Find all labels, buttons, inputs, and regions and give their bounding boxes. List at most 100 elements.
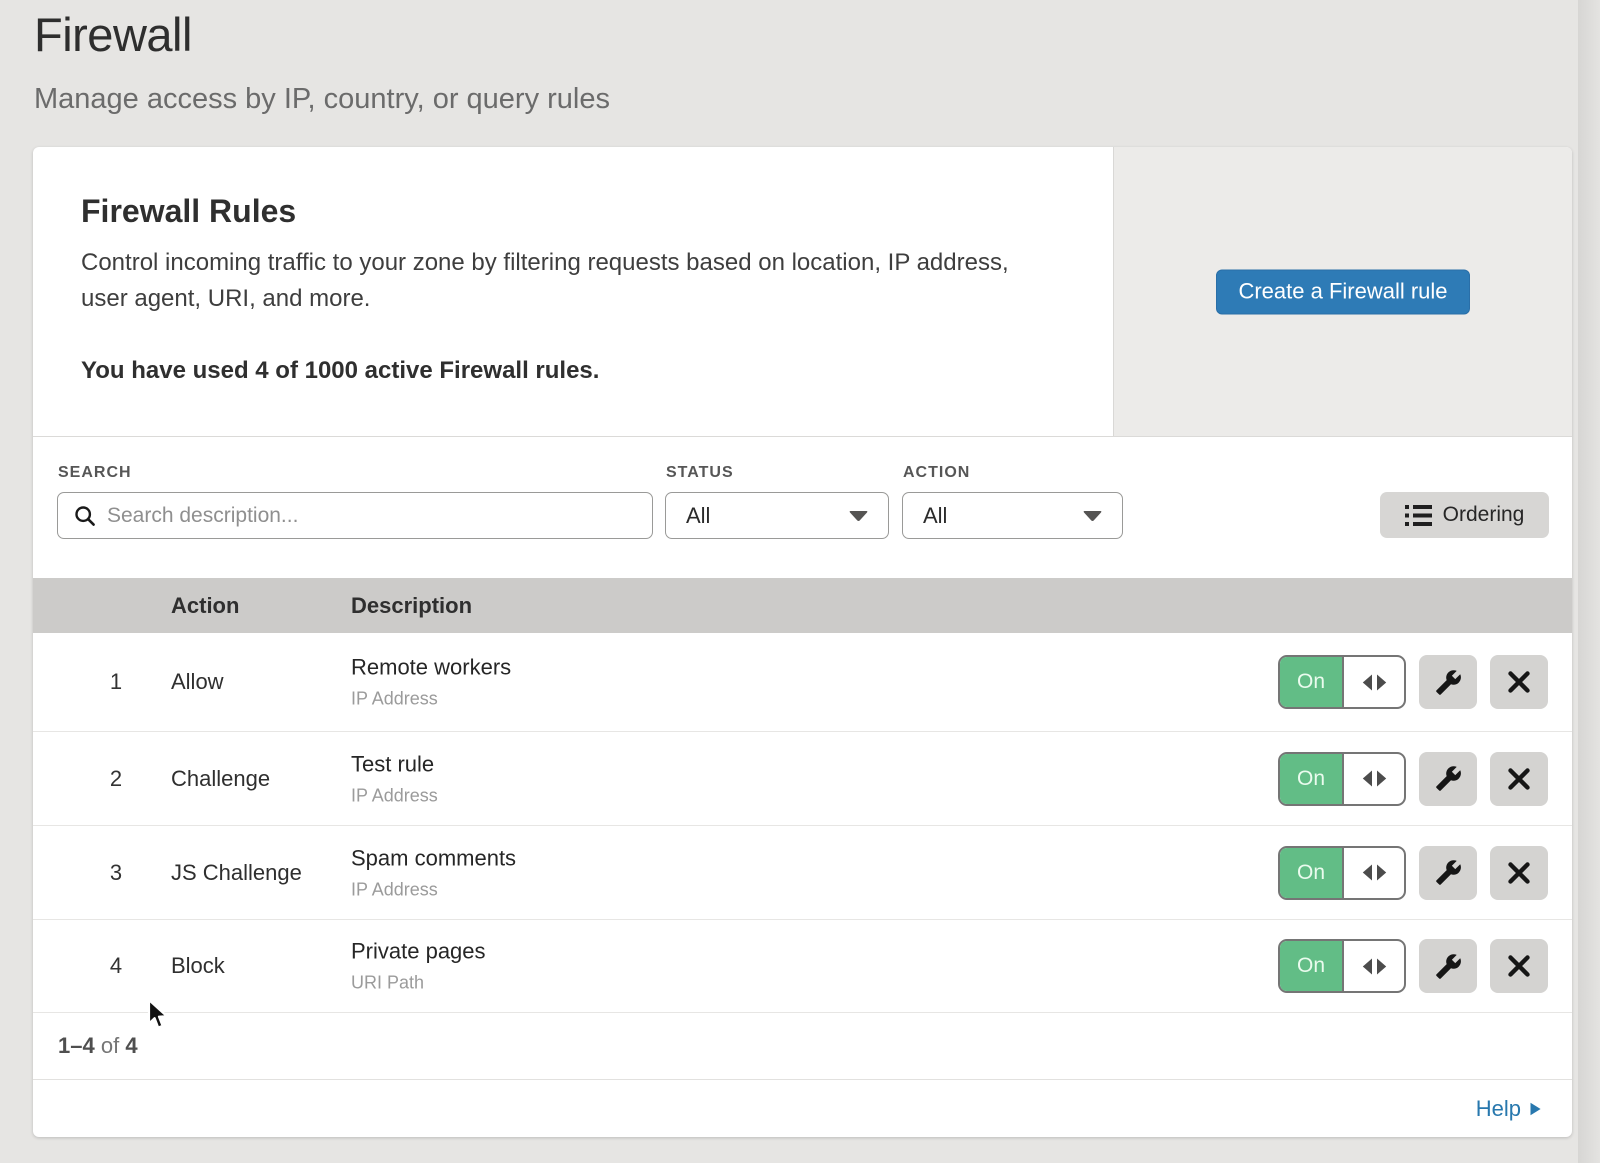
rule-match-type: IP Address [351,785,438,806]
rule-controls: On [1278,752,1548,806]
rule-match-type: IP Address [351,689,511,710]
rule-description: Private pages [351,939,486,965]
table-row: 1 Allow Remote workers IP Address On [33,633,1572,732]
rule-description-cell: Remote workers IP Address [351,655,511,710]
ordering-button[interactable]: Ordering [1380,492,1549,538]
rule-controls: On [1278,846,1548,900]
toggle-on-segment[interactable]: On [1280,754,1344,804]
card-header: Firewall Rules Control incoming traffic … [33,147,1113,436]
pagination-range: 1–4 [58,1033,95,1058]
table-row: 4 Block Private pages URI Path On [33,920,1572,1013]
window-edge-strip [1578,0,1600,1163]
card-heading: Firewall Rules [81,192,1053,230]
status-select-value: All [686,503,710,529]
left-right-arrows-icon [1362,958,1387,975]
rule-priority-number: 1 [96,669,136,695]
close-icon [1508,955,1530,977]
rule-action: Allow [171,669,224,695]
rule-description-cell: Private pages URI Path [351,939,486,994]
action-select-value: All [923,503,947,529]
toggle-on-segment[interactable]: On [1280,657,1344,707]
delete-rule-button[interactable] [1490,939,1548,993]
wrench-icon [1435,953,1462,980]
search-box[interactable] [57,492,653,539]
rule-priority-number: 3 [96,860,136,886]
pagination-row: 1–4 of 4 [33,1013,1572,1079]
status-select[interactable]: All [665,492,889,539]
chevron-down-icon [1083,510,1102,521]
rule-enabled-toggle[interactable]: On [1278,655,1406,709]
close-icon [1508,862,1530,884]
rule-enabled-toggle[interactable]: On [1278,752,1406,806]
wrench-icon [1435,669,1462,696]
toggle-arrows-segment[interactable] [1344,848,1404,898]
column-header-description: Description [351,593,472,619]
rule-description: Remote workers [351,655,511,681]
rule-action: JS Challenge [171,860,302,886]
edit-rule-button[interactable] [1419,655,1477,709]
page-subtitle: Manage access by IP, country, or query r… [34,82,610,116]
action-label: ACTION [903,464,970,482]
rule-enabled-toggle[interactable]: On [1278,939,1406,993]
table-row: 2 Challenge Test rule IP Address On [33,732,1572,826]
search-label: SEARCH [58,464,132,482]
wrench-icon [1435,765,1462,792]
card-header-side-panel: Create a Firewall rule [1113,147,1572,436]
help-link-label: Help [1476,1096,1521,1122]
ordering-button-label: Ordering [1443,503,1525,527]
rule-description-cell: Spam comments IP Address [351,845,516,900]
left-right-arrows-icon [1362,770,1387,787]
toggle-arrows-segment[interactable] [1344,657,1404,707]
rule-action: Block [171,953,225,979]
toggle-arrows-segment[interactable] [1344,941,1404,991]
firewall-page: Firewall Manage access by IP, country, o… [0,0,1600,1163]
toggle-on-segment[interactable]: On [1280,941,1344,991]
rule-match-type: IP Address [351,879,516,900]
help-row: Help [33,1079,1572,1137]
toggle-arrows-segment[interactable] [1344,754,1404,804]
edit-rule-button[interactable] [1419,752,1477,806]
rule-controls: On [1278,939,1548,993]
search-icon [74,505,96,527]
rules-table-body: 1 Allow Remote workers IP Address On [33,633,1572,1013]
delete-rule-button[interactable] [1490,846,1548,900]
rule-controls: On [1278,655,1548,709]
edit-rule-button[interactable] [1419,846,1477,900]
rule-enabled-toggle[interactable]: On [1278,846,1406,900]
rule-description: Spam comments [351,845,516,871]
chevron-down-icon [849,510,868,521]
left-right-arrows-icon [1362,864,1387,881]
create-firewall-rule-button[interactable]: Create a Firewall rule [1216,269,1470,314]
search-input[interactable] [96,493,652,538]
list-icon [1405,505,1432,526]
toggle-on-segment[interactable]: On [1280,848,1344,898]
status-label: STATUS [666,464,734,482]
firewall-rules-card: Firewall Rules Control incoming traffic … [33,147,1572,1137]
rule-description-cell: Test rule IP Address [351,751,438,806]
help-link[interactable]: Help [1476,1096,1541,1122]
triangle-right-icon [1530,1102,1541,1116]
card-description: Control incoming traffic to your zone by… [81,245,1053,317]
rule-match-type: URI Path [351,973,486,994]
filters-bar: SEARCH STATUS ACTION All All [33,437,1572,578]
rule-priority-number: 4 [96,953,136,979]
pagination-text: 1–4 of 4 [58,1033,138,1059]
column-header-action: Action [171,593,239,619]
action-select[interactable]: All [902,492,1123,539]
wrench-icon [1435,859,1462,886]
edit-rule-button[interactable] [1419,939,1477,993]
rule-priority-number: 2 [96,766,136,792]
pagination-of: of [101,1033,119,1058]
pagination-total: 4 [125,1033,137,1058]
close-icon [1508,671,1530,693]
delete-rule-button[interactable] [1490,752,1548,806]
rule-description: Test rule [351,751,438,777]
rules-usage-text: You have used 4 of 1000 active Firewall … [81,356,1053,386]
table-row: 3 JS Challenge Spam comments IP Address … [33,826,1572,920]
rule-action: Challenge [171,766,270,792]
close-icon [1508,768,1530,790]
page-title: Firewall [34,8,192,62]
delete-rule-button[interactable] [1490,655,1548,709]
left-right-arrows-icon [1362,674,1387,691]
table-header: Action Description [33,578,1572,633]
